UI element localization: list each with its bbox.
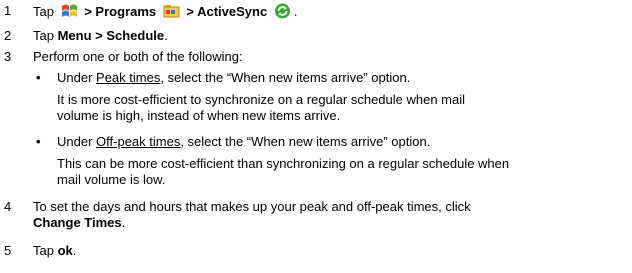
step-line: Change Times. bbox=[33, 215, 623, 231]
note-line: This can be more cost-efficient than syn… bbox=[57, 156, 510, 171]
bullet-suffix: , select the “When new items arrive” opt… bbox=[160, 70, 411, 85]
step-number: 2 bbox=[4, 28, 12, 43]
off-peak-times-label: Off-peak times bbox=[96, 134, 181, 149]
step-number: 3 bbox=[4, 49, 12, 64]
programs-folder-icon bbox=[163, 5, 180, 18]
step-end: . bbox=[72, 243, 77, 258]
step-number: 4 bbox=[4, 199, 12, 214]
step-prefix: Tap bbox=[33, 243, 58, 258]
note-line: mail volume is low. bbox=[57, 172, 166, 187]
step-number: 1 bbox=[4, 3, 12, 18]
bullet-text: Under Peak times, select the “When new i… bbox=[57, 70, 627, 86]
step-end: . bbox=[121, 215, 126, 230]
start-menu-icon bbox=[61, 4, 77, 17]
instructions-page: 1 Tap > Programs > ActiveSync . 2 Tap Me… bbox=[0, 0, 632, 273]
bullet-text: Under Off-peak times, select the “When n… bbox=[57, 134, 627, 150]
bullet-prefix: Under bbox=[57, 134, 97, 149]
step-number: 5 bbox=[4, 243, 12, 258]
step-prefix: Tap bbox=[33, 4, 54, 19]
step-text: Tap > Programs > ActiveSync . bbox=[33, 3, 623, 20]
programs-label: > Programs bbox=[84, 4, 157, 19]
activesync-icon bbox=[274, 3, 290, 19]
bullet-marker: • bbox=[36, 70, 41, 85]
menu-schedule-label: Menu > Schedule bbox=[57, 28, 165, 43]
bullet-marker: • bbox=[36, 134, 41, 149]
step-line: To set the days and hours that makes up … bbox=[33, 199, 471, 214]
step-text: To set the days and hours that makes up … bbox=[33, 199, 623, 231]
ok-label: ok bbox=[57, 243, 73, 258]
step-text: Perform one or both of the following: bbox=[33, 49, 243, 64]
step-text: Tap Menu > Schedule. bbox=[33, 28, 623, 44]
peak-times-label: Peak times bbox=[96, 70, 161, 85]
step-end: . bbox=[164, 28, 168, 43]
step-text: Tap ok. bbox=[33, 243, 623, 259]
activesync-label: > ActiveSync bbox=[186, 4, 268, 19]
note-line: It is more cost-efficient to synchronize… bbox=[57, 92, 466, 107]
off-peak-times-note: This can be more cost-efficient than syn… bbox=[57, 156, 627, 188]
peak-times-note: It is more cost-efficient to synchronize… bbox=[57, 92, 627, 124]
step-prefix: Tap bbox=[33, 28, 58, 43]
bullet-suffix: , select the “When new items arrive” opt… bbox=[180, 134, 431, 149]
note-line: volume is high, instead of when new item… bbox=[57, 108, 341, 123]
step-end: . bbox=[293, 4, 298, 19]
change-times-label: Change Times bbox=[33, 215, 122, 230]
bullet-prefix: Under bbox=[57, 70, 97, 85]
